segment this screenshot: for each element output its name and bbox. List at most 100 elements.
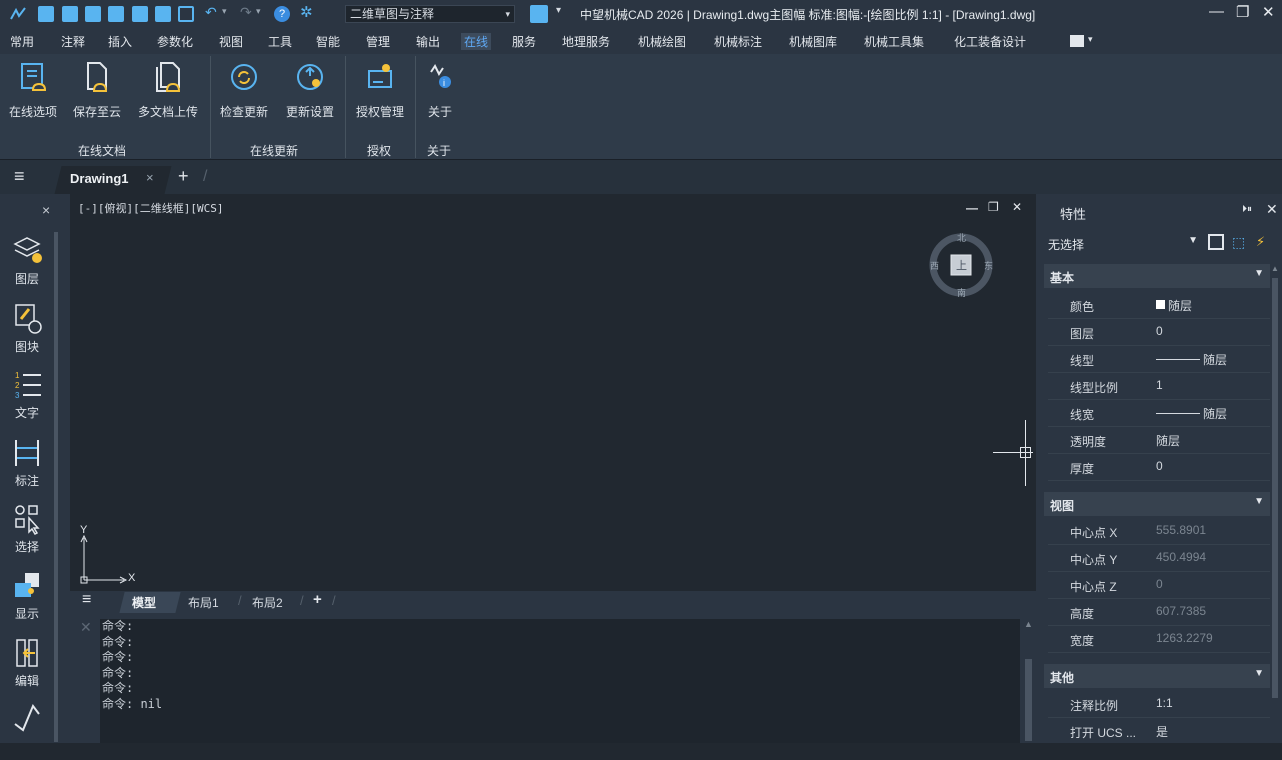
menu-item-smart[interactable]: 智能 [316, 33, 340, 50]
toolbar-item-draw[interactable] [4, 700, 50, 760]
menu-item-output[interactable]: 输出 [416, 33, 440, 50]
toggle-pickadd-icon[interactable] [1208, 234, 1224, 250]
about-button[interactable]: i 关于 [420, 58, 460, 124]
online-options-button[interactable]: 在线选项 [4, 58, 62, 124]
save-as-icon[interactable] [108, 6, 124, 22]
toolbar-item-edit[interactable]: 编辑 [4, 636, 50, 696]
preview-icon[interactable] [178, 6, 194, 22]
license-button[interactable]: 授权管理 [350, 58, 410, 124]
menu-item-mech-dimension[interactable]: 机械标注 [714, 33, 762, 50]
cloud-save-button[interactable]: 保存至云 [68, 58, 126, 124]
redo-dropdown-icon[interactable]: ▾ [256, 6, 261, 17]
menu-item-mech-toolset[interactable]: 机械工具集 [864, 33, 924, 50]
toolbar-item-display[interactable]: 显示 [4, 569, 50, 629]
menu-item-annotate[interactable]: 注释 [61, 33, 85, 50]
command-close-icon[interactable]: ✕ [80, 619, 92, 636]
viewcube-west[interactable]: 西 [930, 259, 939, 272]
property-row-linetype[interactable]: 线型 随层 [1048, 346, 1270, 373]
ribbon-toggle-dropdown-icon[interactable]: ▾ [1088, 34, 1093, 45]
property-row-width[interactable]: 宽度 1263.2279 [1048, 626, 1270, 653]
check-update-button[interactable]: 检查更新 [214, 58, 274, 124]
drawing-canvas[interactable]: [-][俯视][二维线框][WCS] — ❐ ✕ 北 南 东 西 上 Y X [70, 194, 1036, 591]
property-row-annotation-scale[interactable]: 注释比例 1:1 [1048, 691, 1270, 718]
menu-item-view[interactable]: 视图 [219, 33, 243, 50]
tab-layout1[interactable]: 布局1 [188, 594, 219, 611]
tab-close-icon[interactable]: × [146, 170, 154, 185]
menu-item-parametric[interactable]: 参数化 [157, 33, 193, 50]
save-icon[interactable] [85, 6, 101, 22]
panel-pin-icon[interactable]: ⏵⏸ [1242, 204, 1252, 215]
command-scrollbar[interactable]: ▲ [1022, 619, 1036, 743]
workspace-gear-icon[interactable]: ✲ [300, 3, 313, 21]
viewcube-top-face[interactable]: 上 [956, 257, 967, 273]
property-row-height[interactable]: 高度 607.7385 [1048, 599, 1270, 626]
viewcube-east[interactable]: 东 [984, 259, 993, 272]
property-row-ucs-icon[interactable]: 打开 UCS ... 是 [1048, 718, 1270, 745]
minimize-button[interactable]: — [1209, 3, 1224, 20]
property-row-layer[interactable]: 图层 0 [1048, 319, 1270, 346]
property-row-transparency[interactable]: 透明度 随层 [1048, 427, 1270, 454]
menu-item-mech-library[interactable]: 机械图库 [789, 33, 837, 50]
layout-menu-icon[interactable]: ≡ [82, 591, 91, 609]
menu-item-manage[interactable]: 管理 [366, 33, 390, 50]
toolbar-item-dimension[interactable]: 标注 [4, 436, 50, 496]
menu-item-common[interactable]: 常用 [10, 33, 34, 50]
property-row-center-y[interactable]: 中心点 Y 450.4994 [1048, 545, 1270, 572]
quick-select-icon[interactable]: ⚡ [1256, 234, 1265, 250]
tab-model[interactable]: 模型 [132, 594, 156, 611]
menu-item-chem-equipment[interactable]: 化工装备设计 [954, 33, 1026, 50]
undo-icon[interactable]: ↶ [205, 4, 217, 21]
property-row-thickness[interactable]: 厚度 0 [1048, 454, 1270, 481]
toolbar-item-layer[interactable]: 图层 [4, 234, 50, 294]
update-settings-button[interactable]: 更新设置 [280, 58, 340, 124]
properties-scrollbar[interactable]: ▲ [1270, 264, 1280, 736]
scroll-up-icon[interactable]: ▲ [1024, 619, 1033, 629]
add-tab-button[interactable]: + [178, 166, 189, 187]
property-row-color[interactable]: 颜色 随层 [1048, 292, 1270, 319]
section-other[interactable]: 其他 ▼ [1044, 664, 1270, 688]
multi-upload-button[interactable]: 多文档上传 [132, 58, 204, 124]
scroll-thumb[interactable] [1272, 278, 1278, 698]
property-row-linetype-scale[interactable]: 线型比例 1 [1048, 373, 1270, 400]
toolbar-scrollbar[interactable] [54, 232, 58, 742]
select-objects-icon[interactable]: ⬚ [1232, 234, 1245, 251]
add-layout-button[interactable]: + [313, 591, 322, 608]
property-row-center-x[interactable]: 中心点 X 555.8901 [1048, 518, 1270, 545]
property-row-lineweight[interactable]: 线宽 随层 [1048, 400, 1270, 427]
section-view[interactable]: 视图 ▼ [1044, 492, 1270, 516]
viewcube-south[interactable]: 南 [957, 286, 966, 299]
maximize-button[interactable]: ❐ [1236, 3, 1249, 21]
viewcube[interactable]: 北 南 东 西 上 [928, 232, 994, 298]
panel-close-icon[interactable]: ✕ [1266, 201, 1278, 218]
menu-item-service[interactable]: 服务 [512, 33, 536, 50]
quick-access-menu-icon[interactable]: ▾ [556, 5, 561, 16]
selection-select[interactable]: 无选择 ▼ [1044, 232, 1200, 254]
workspace-select[interactable]: 二维草图与注释 ▾ [345, 5, 515, 23]
menu-item-online[interactable]: 在线 [461, 33, 492, 50]
command-history[interactable]: 命令: 命令: 命令: 命令: 命令: 命令: nil [100, 619, 1020, 743]
viewport-label[interactable]: [-][俯视][二维线框][WCS] [78, 200, 223, 216]
new-file-icon[interactable] [38, 6, 54, 22]
menu-item-tools[interactable]: 工具 [268, 33, 292, 50]
tab-drawing1[interactable]: Drawing1 [70, 171, 129, 186]
property-row-center-z[interactable]: 中心点 Z 0 [1048, 572, 1270, 599]
viewport-minimize-button[interactable]: — [966, 201, 978, 215]
layer-state-icon[interactable] [530, 5, 548, 23]
print-icon[interactable] [155, 6, 171, 22]
toolbar-item-select[interactable]: 选择 [4, 502, 50, 562]
menu-item-mech-drawing[interactable]: 机械绘图 [638, 33, 686, 50]
help-icon[interactable]: ? [274, 6, 290, 22]
scroll-up-icon[interactable]: ▲ [1271, 264, 1279, 273]
hamburger-menu-icon[interactable]: ≡ [14, 166, 25, 187]
section-basic[interactable]: 基本 ▼ [1044, 264, 1270, 288]
toolbar-close-icon[interactable]: × [42, 202, 50, 218]
scroll-thumb[interactable] [1025, 659, 1032, 741]
viewcube-north[interactable]: 北 [957, 231, 966, 244]
menu-item-insert[interactable]: 插入 [108, 33, 132, 50]
undo-dropdown-icon[interactable]: ▾ [222, 6, 227, 17]
ribbon-toggle-icon[interactable] [1070, 35, 1084, 47]
open-folder-icon[interactable] [62, 6, 78, 22]
toolbar-item-block[interactable]: 图块 [4, 302, 50, 362]
close-button[interactable]: ✕ [1262, 3, 1275, 21]
tab-layout2[interactable]: 布局2 [252, 594, 283, 611]
